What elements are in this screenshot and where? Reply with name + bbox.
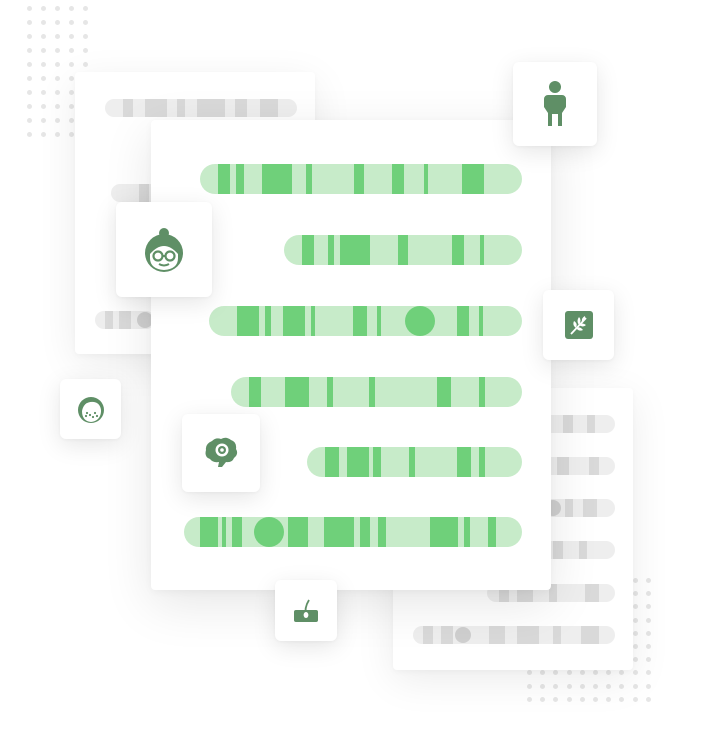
genome-bar xyxy=(231,377,522,407)
person-icon-tile xyxy=(513,62,597,146)
variant-marker xyxy=(405,306,435,336)
hair-follicle-icon xyxy=(294,599,318,622)
person-silhouette-icon xyxy=(544,81,566,126)
genome-bar xyxy=(284,235,522,265)
genome-bar xyxy=(307,447,522,477)
genome-bar xyxy=(209,306,522,336)
skin-freckles-face-icon xyxy=(77,397,104,423)
elderly-woman-glasses-icon xyxy=(145,227,183,272)
hair-icon-tile xyxy=(275,580,337,641)
skin-icon-tile xyxy=(60,379,121,439)
grain-wheat-icon xyxy=(564,311,593,339)
diet-icon-tile xyxy=(543,290,614,360)
placeholder-bar xyxy=(543,415,615,433)
placeholder-marker xyxy=(455,627,471,643)
variant-marker xyxy=(254,517,284,547)
genetic-report-card xyxy=(151,120,551,590)
placeholder-bar xyxy=(543,541,615,559)
brain-gear-icon xyxy=(205,437,238,467)
genome-bar xyxy=(184,517,522,547)
genome-bar xyxy=(200,164,522,194)
placeholder-bar xyxy=(105,99,297,117)
placeholder-bar xyxy=(413,626,615,644)
ancestry-icon-tile xyxy=(116,202,212,297)
placeholder-bar xyxy=(543,457,615,475)
brain-icon-tile xyxy=(182,414,260,492)
